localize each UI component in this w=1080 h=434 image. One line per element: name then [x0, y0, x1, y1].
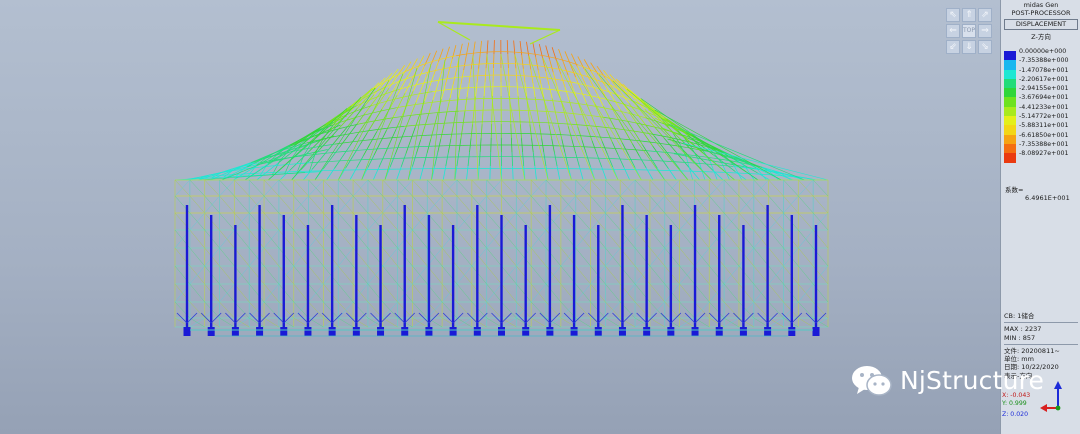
watermark-text: NjStructure	[900, 365, 1045, 395]
column-base	[739, 327, 747, 336]
column-base	[667, 327, 675, 336]
column-base	[304, 327, 312, 336]
column-base	[618, 327, 626, 336]
watermark: NjStructure	[850, 360, 1044, 400]
legend-value: -7.35388e+000	[1019, 57, 1069, 65]
legend-swatch	[1004, 60, 1016, 70]
component-label: Z-方向	[1031, 33, 1051, 41]
view-cube[interactable]: ⇖ ⇑ ⇗ ⇐ TOP ⇒ ⇙ ⇓ ⇘	[946, 8, 992, 54]
column-base	[280, 327, 288, 336]
column-base	[425, 327, 433, 336]
column-base	[231, 327, 239, 336]
column-base	[522, 327, 530, 336]
view-e-icon[interactable]: ⇒	[978, 24, 992, 38]
legend-swatch	[1004, 106, 1016, 117]
view-n-icon[interactable]: ⇑	[962, 8, 976, 22]
column-base	[256, 327, 264, 336]
legend-swatch	[1004, 51, 1016, 61]
column-base	[643, 327, 651, 336]
legend-value: -2.94155e+001	[1019, 85, 1069, 93]
cb-label: CB: 1储合	[1004, 312, 1035, 320]
view-nw-icon[interactable]: ⇖	[946, 8, 960, 22]
axis-y-label: Y: 0.999	[1002, 400, 1027, 407]
arrow-icon: ⇖	[949, 10, 957, 20]
column-base	[715, 327, 723, 336]
legend-value: -6.61850e+001	[1019, 131, 1069, 139]
arrow-icon: ⇑	[965, 10, 973, 20]
legend-value: -2.20617e+001	[1019, 75, 1069, 83]
legend-value: -8.08927e+001	[1019, 150, 1069, 158]
legend-value: -4.41233e+001	[1019, 103, 1069, 111]
legend-swatch	[1004, 116, 1016, 126]
midas-gen-window: ⇖ ⇑ ⇗ ⇐ TOP ⇒ ⇙ ⇓ ⇘ midas Gen POST-PROCESSOR DIS…	[0, 0, 1080, 434]
view-se-icon[interactable]: ⇘	[978, 40, 992, 54]
legend-swatch	[1004, 134, 1016, 144]
app-title: midas Gen	[1023, 1, 1059, 9]
legend-swatch	[1004, 88, 1016, 98]
arrow-icon: ⇓	[965, 42, 973, 52]
arrow-icon: ⇘	[981, 42, 989, 52]
column-base	[788, 327, 796, 336]
legend-value: -5.88311e+001	[1019, 122, 1069, 130]
view-s-icon[interactable]: ⇓	[962, 40, 976, 54]
file-label: 文件: 20200811~	[1004, 346, 1060, 355]
arrow-icon: ⇒	[981, 26, 989, 36]
legend-value: -3.67694e+001	[1019, 94, 1069, 102]
column-base	[207, 327, 215, 336]
column-base	[352, 327, 360, 336]
column-base	[570, 327, 578, 336]
mode-label: POST-PROCESSOR	[1011, 9, 1071, 17]
arrow-icon: ⇐	[949, 26, 957, 36]
scale-factor: 系数= 6.4961E+001	[1005, 184, 1070, 202]
legend-swatch	[1004, 97, 1016, 107]
view-w-icon[interactable]: ⇐	[946, 24, 960, 38]
legend-swatch	[1004, 69, 1016, 79]
legend-value: -5.14772e+001	[1019, 113, 1069, 121]
column-base	[594, 327, 602, 336]
column-base	[401, 327, 409, 336]
arrow-icon: ⇙	[949, 42, 957, 52]
legend-swatch	[1004, 153, 1016, 163]
column-base	[546, 327, 554, 336]
view-sw-icon[interactable]: ⇙	[946, 40, 960, 54]
legend-value: 0.00000e+000	[1019, 48, 1067, 55]
legend-value: -7.35388e+001	[1019, 140, 1069, 148]
column-base	[498, 327, 505, 336]
column-base	[328, 327, 336, 336]
column-base	[473, 327, 481, 336]
column-base	[377, 327, 385, 336]
legend-swatch	[1004, 125, 1016, 135]
column-base	[764, 327, 772, 336]
legend-swatch	[1004, 143, 1016, 154]
axis-z-label: Z: 0.020	[1002, 411, 1029, 418]
view-top-button[interactable]: TOP	[962, 24, 976, 38]
legend-value: -1.47078e+001	[1019, 66, 1069, 74]
max-label: MAX : 2237	[1004, 325, 1042, 334]
column-base	[812, 327, 820, 336]
column-base	[183, 327, 191, 336]
result-type: DISPLACEMENT	[1004, 19, 1078, 30]
min-label: MIN : 857	[1004, 333, 1036, 342]
legend-swatch	[1004, 78, 1016, 89]
factor-value: 6.4961E+001	[1025, 194, 1070, 202]
arrow-icon: ⇗	[981, 10, 989, 20]
wechat-icon	[852, 366, 892, 396]
column-base	[691, 327, 699, 336]
column-base	[449, 327, 457, 336]
view-cube-label: TOP	[963, 27, 976, 34]
factor-label: 系数=	[1005, 186, 1024, 194]
view-ne-icon[interactable]: ⇗	[978, 8, 992, 22]
